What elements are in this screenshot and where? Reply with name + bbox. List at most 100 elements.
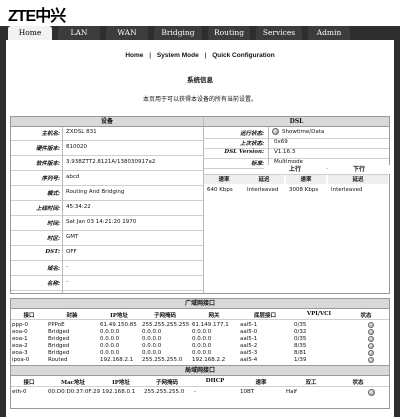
- wan-cell: 192.168.2.1: [100, 357, 134, 363]
- wan-cell: aal5-1: [240, 322, 258, 328]
- tab-routing[interactable]: Routing: [208, 26, 250, 40]
- dsl-field-label: DSL Version:: [224, 149, 264, 155]
- wan-cell: eoa-3: [12, 350, 28, 356]
- dsl-field-value: Showtime/Data: [282, 129, 325, 135]
- device-field-label: 主机名:: [41, 131, 60, 137]
- wan-cell: 0.0.0.0: [192, 336, 212, 342]
- device-field-label: 时区:: [46, 236, 60, 242]
- row-divider: [11, 275, 203, 276]
- wan-cell: Bridged: [48, 343, 70, 349]
- device-field-value: 3.938ZTT2.8121A/138030917a2: [66, 159, 156, 165]
- row-divider: [11, 140, 203, 141]
- wan-cell: 0.0.0.0: [192, 329, 212, 335]
- device-field-value: 45:34:22: [66, 204, 91, 210]
- status-indicator-icon: [368, 322, 374, 328]
- tab-admin[interactable]: Admin: [308, 26, 350, 40]
- wan-cell: 0.0.0.0: [192, 350, 212, 356]
- wan-column-header: 底层接口: [253, 313, 276, 319]
- wan-column-header: 网关: [208, 313, 220, 319]
- lan-title: 局域网接口: [11, 366, 389, 376]
- dsl-upstream-header: 上行: [264, 165, 326, 174]
- status-indicator-icon: [368, 357, 374, 363]
- row-divider: [11, 245, 203, 246]
- subnav-separator: |: [149, 52, 152, 59]
- row-divider: [11, 155, 203, 156]
- device-field-label: 域名:: [46, 266, 60, 272]
- device-field-value: -: [66, 279, 68, 285]
- device-field-label: 模式:: [46, 191, 60, 197]
- dsl-rate-label: 速率: [204, 175, 244, 184]
- status-indicator-icon: [368, 350, 374, 356]
- wan-cell: Routed: [48, 357, 68, 363]
- wan-cell: Bridged: [48, 350, 70, 356]
- wan-cell: 61.149.177.1: [192, 322, 229, 328]
- wan-cell: 8/81: [294, 350, 307, 356]
- wan-cell: eoa-1: [12, 336, 28, 342]
- device-field-value: Routing And Bridging: [66, 189, 125, 195]
- subnav-quick-configuration[interactable]: Quick Configuration: [210, 52, 276, 59]
- wan-cell: 0/35: [294, 322, 307, 328]
- device-field-label: 软件版本:: [35, 161, 60, 167]
- subnav-system-mode[interactable]: System Mode: [155, 52, 201, 59]
- wan-cell: 255.255.255.255: [142, 322, 190, 328]
- lan-column-header: 状态: [352, 380, 364, 386]
- wan-column-header: 接口: [23, 313, 35, 319]
- device-field-value: abcd: [66, 174, 80, 180]
- subnav-home[interactable]: Home: [123, 52, 145, 59]
- label-divider: [268, 127, 269, 165]
- lan-cell: 00:D0:D0:37:0F:29: [48, 389, 100, 395]
- dsl-latency-label: 延迟: [244, 175, 284, 184]
- tab-services[interactable]: Services: [256, 26, 302, 40]
- wan-cell: 255.255.255.0: [142, 357, 183, 363]
- wan-cell: 0.0.0.0: [142, 329, 162, 335]
- lan-cell: 255.255.255.0: [144, 389, 185, 395]
- tab-lan[interactable]: LAN: [58, 26, 100, 40]
- wan-cell: ipoa-0: [12, 357, 30, 363]
- wan-cell: 61.49.150.85: [100, 322, 137, 328]
- wan-cell: 0/32: [294, 329, 307, 335]
- device-field-label: 硬件版本:: [35, 146, 60, 152]
- dsl-field-label: 运行状态:: [239, 131, 264, 137]
- dsl-latency-label: 延迟: [328, 175, 388, 184]
- dsl-up-latency: Interleaved: [247, 187, 279, 193]
- row-divider: [11, 230, 203, 231]
- wan-cell: PPPoE: [48, 322, 65, 328]
- device-field-value: -: [66, 264, 68, 270]
- dsl-down-latency: Interleaved: [331, 187, 363, 193]
- wan-cell: 0.0.0.0: [142, 343, 162, 349]
- dsl-down-rate: 3008 Kbps: [289, 187, 319, 193]
- wan-cell: 0.0.0.0: [100, 336, 120, 342]
- tab-bridging[interactable]: Bridging: [154, 26, 202, 40]
- lan-column-header: 子网掩码: [155, 380, 178, 386]
- wan-cell: eoa-0: [12, 329, 28, 335]
- row-divider: [11, 260, 203, 261]
- dsl-field-value: 0x69: [274, 139, 288, 145]
- lan-column-header: IP地址: [112, 380, 130, 386]
- content-panel: Home | System Mode | Quick Configuration…: [6, 40, 394, 417]
- status-indicator-icon: [368, 389, 375, 396]
- tab-home[interactable]: Home: [8, 26, 52, 41]
- lan-cell: Half: [286, 389, 297, 395]
- tab-wan[interactable]: WAN: [106, 26, 148, 40]
- wan-title: 广域网接口: [11, 299, 389, 309]
- status-indicator-icon: [368, 329, 374, 335]
- lan-column-header: 速率: [255, 380, 267, 386]
- status-indicator-icon: [272, 128, 279, 135]
- subnav-separator: |: [204, 52, 207, 59]
- wan-cell: Bridged: [48, 329, 70, 335]
- wan-cell: 0.0.0.0: [142, 336, 162, 342]
- device-field-value: 810020: [66, 144, 87, 150]
- lan-cell: eth-0: [12, 389, 27, 395]
- dsl-up-rate: 640 Kbps: [207, 187, 233, 193]
- wan-cell: aal5-2: [240, 343, 258, 349]
- wan-column-header: 子网掩码: [153, 313, 176, 319]
- row-divider: [11, 200, 203, 201]
- device-field-label: DST:: [45, 249, 60, 255]
- wan-cell: 192.168.2.2: [192, 357, 226, 363]
- wan-column-header: IP地址: [110, 313, 128, 319]
- dsl-field-label: 上次状态:: [239, 141, 264, 147]
- wan-cell: 0/35: [294, 336, 307, 342]
- row-divider: [11, 290, 203, 291]
- wan-cell: aal5-1: [240, 336, 258, 342]
- device-field-label: 上线时间:: [35, 206, 60, 212]
